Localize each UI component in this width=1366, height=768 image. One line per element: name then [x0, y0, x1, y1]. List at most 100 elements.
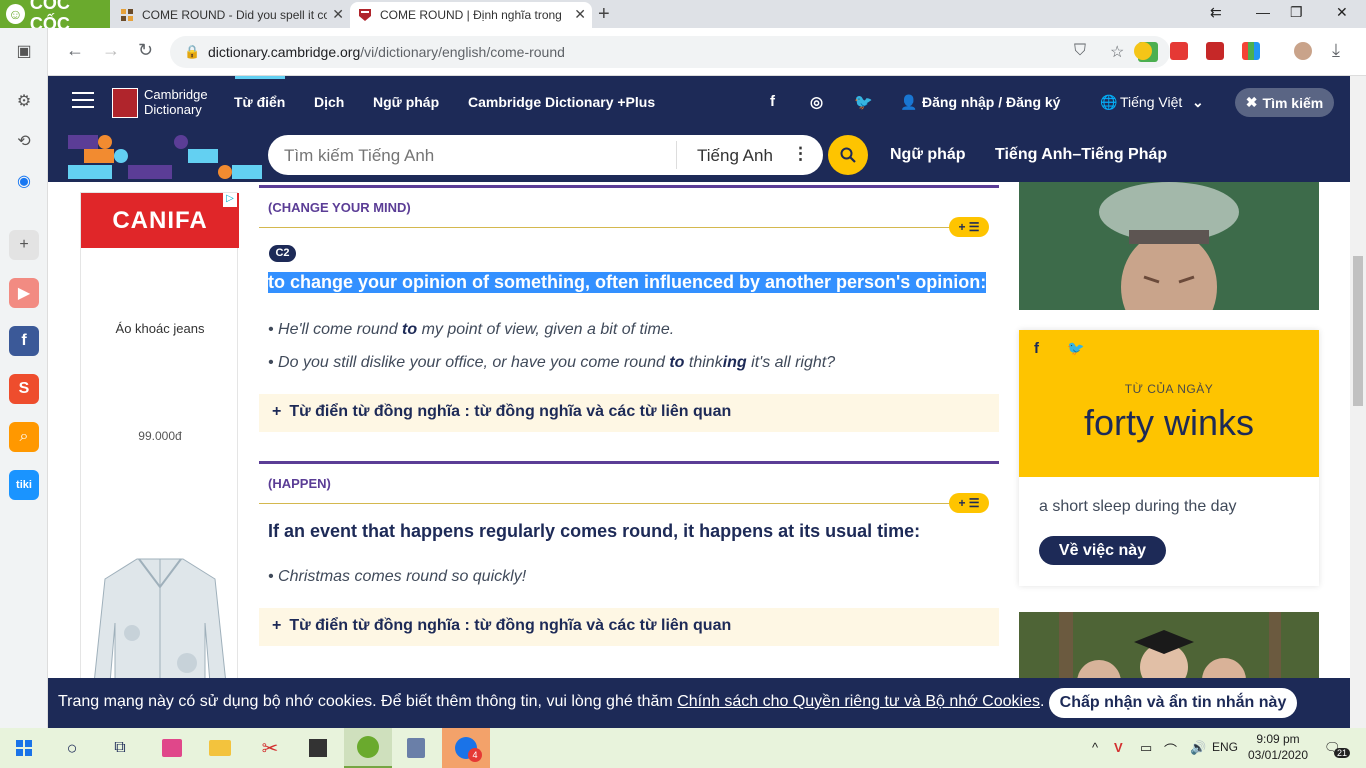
language-select[interactable]: Tiếng Việt: [1120, 94, 1182, 110]
site-header: Cambridge Dictionary Từ điển Dịch Ngữ ph…: [48, 76, 1350, 129]
advertisement[interactable]: CANIFA ▷ Áo khoác jeans 99.000đ: [80, 192, 239, 728]
ad-choices-icon[interactable]: ▷: [223, 193, 237, 207]
twitter-share-icon[interactable]: 🐦: [1067, 340, 1084, 357]
nav-plus[interactable]: Cambridge Dictionary +Plus: [468, 94, 655, 110]
guideword: (CHANGE YOUR MIND): [268, 200, 411, 215]
reload-icon[interactable]: ↻: [138, 40, 153, 61]
sense-divider: [259, 227, 959, 228]
thesaurus-expander[interactable]: + Từ điển từ đồng nghĩa : từ đồng nghĩa v…: [259, 394, 999, 432]
add-to-wordlist-button[interactable]: + ☰: [949, 217, 989, 237]
close-tab-icon[interactable]: ✕: [332, 6, 344, 23]
forward-icon[interactable]: →: [102, 40, 120, 61]
address-bar[interactable]: 🔒 dictionary.cambridge.org/vi/dictionary…: [170, 36, 1170, 68]
new-tab-icon[interactable]: +: [598, 3, 610, 26]
facebook-icon[interactable]: f: [9, 326, 39, 356]
coccoc-logo[interactable]: ☺ CỐC CỐC: [0, 0, 110, 34]
scrollbar-thumb[interactable]: [1353, 256, 1363, 406]
tab-spelling[interactable]: COME ROUND - Did you spell it correctly?…: [112, 2, 350, 28]
close-tab-icon[interactable]: ✕: [574, 6, 586, 23]
history-icon[interactable]: ⟲: [9, 126, 39, 156]
accept-cookies-button[interactable]: Chấp nhận và ẩn tin nhắn này: [1049, 688, 1297, 718]
file-explorer-icon[interactable]: [196, 728, 244, 768]
facebook-icon[interactable]: f: [770, 93, 775, 110]
system-clock[interactable]: 9:09 pm 03/01/2020: [1246, 731, 1310, 763]
wifi-icon[interactable]: ⌒: [1164, 740, 1177, 759]
facebook-share-icon[interactable]: f: [1034, 340, 1039, 357]
tray-expand-icon[interactable]: ^: [1092, 740, 1098, 755]
browser-tab-bar: ☺ CỐC CỐC COME ROUND - Did you spell it c…: [0, 0, 1366, 34]
extension-colors-icon[interactable]: [1242, 42, 1260, 60]
add-to-wordlist-button[interactable]: + ☰: [949, 493, 989, 513]
thesaurus-expander[interactable]: + Từ điển từ đồng nghĩa : từ đồng nghĩa v…: [259, 608, 999, 646]
sticky-notes-icon[interactable]: [294, 728, 342, 768]
profile-avatar[interactable]: [1294, 42, 1312, 60]
back-icon[interactable]: ←: [66, 40, 84, 61]
url-text[interactable]: dictionary.cambridge.org/vi/dictionary/e…: [208, 44, 565, 60]
twitter-icon[interactable]: 🐦: [854, 93, 873, 111]
instagram-icon[interactable]: ◎: [810, 93, 823, 111]
settings-gear-icon[interactable]: ⚙: [9, 86, 39, 116]
close-window-icon[interactable]: ✕: [1336, 4, 1348, 21]
unikey-icon[interactable]: V: [1114, 740, 1123, 755]
notification-count: 21: [1334, 748, 1351, 758]
nav-grammar[interactable]: Ngữ pháp: [373, 94, 439, 110]
taskbar-app-icon[interactable]: [148, 728, 196, 768]
youtube-icon[interactable]: ▶: [9, 278, 39, 308]
snipping-tool-icon[interactable]: ✂: [246, 728, 294, 768]
sidebar-toggle-icon[interactable]: ▣: [9, 36, 39, 66]
grammar-link[interactable]: Ngữ pháp: [890, 146, 966, 164]
globe-icon: 🌐: [1100, 94, 1118, 110]
windows-start-icon[interactable]: [0, 728, 48, 768]
messenger-icon[interactable]: ◉: [9, 166, 39, 196]
extension-chrome-icon[interactable]: [1134, 42, 1152, 60]
search-button[interactable]: [828, 135, 868, 175]
site-logo[interactable]: Cambridge Dictionary: [144, 87, 208, 117]
tiki-icon[interactable]: tiki: [9, 470, 39, 500]
sense-block: (CHANGE YOUR MIND) + ☰ C2 to change your…: [259, 185, 999, 435]
bookmark-star-icon[interactable]: ☆: [1110, 42, 1124, 62]
minimize-icon[interactable]: —: [1256, 4, 1270, 20]
tab-cambridge[interactable]: COME ROUND | Định nghĩa trong Từ điển ti…: [350, 2, 592, 28]
extension-adblock-icon[interactable]: [1170, 42, 1188, 60]
sense-divider: [259, 503, 959, 504]
search-toggle-button[interactable]: ✖ Tìm kiếm: [1235, 88, 1334, 117]
cookie-text: Trang mạng này có sử dụng bộ nhớ cookies…: [58, 693, 1045, 710]
search-input[interactable]: [284, 146, 664, 166]
add-app-icon[interactable]: +: [9, 230, 39, 260]
definition: to change your opinion of something, oft…: [268, 272, 987, 293]
more-options-icon[interactable]: ⋮: [792, 144, 809, 164]
restore-tabs-icon[interactable]: ⇇: [1210, 4, 1222, 21]
cortana-search-icon[interactable]: ○: [48, 728, 96, 768]
example-sentence: • Do you still dislike your office, or h…: [268, 354, 836, 371]
english-french-link[interactable]: Tiếng Anh–Tiếng Pháp: [995, 146, 1167, 164]
coccoc-browser-taskbar-icon[interactable]: [344, 728, 392, 768]
dictionary-select[interactable]: Tiếng Anh: [697, 146, 773, 166]
word-of-the-day-label: TỪ CỦA NGÀY: [1124, 382, 1214, 396]
nav-dictionary[interactable]: Từ điển: [234, 94, 285, 110]
menu-hamburger-icon[interactable]: [72, 92, 94, 110]
about-this-button[interactable]: Về việc này: [1039, 536, 1166, 565]
sense-block: (HAPPEN) + ☰ If an event that happens re…: [259, 461, 999, 651]
language-indicator[interactable]: ENG: [1212, 740, 1238, 754]
word-of-the-day-word[interactable]: forty winks: [1019, 402, 1319, 444]
volume-icon[interactable]: 🔊: [1190, 740, 1206, 756]
zalo-icon[interactable]: 4: [442, 728, 490, 768]
taskbar-app-icon[interactable]: [392, 728, 440, 768]
task-view-icon[interactable]: ⧉: [96, 728, 144, 768]
chevron-down-icon[interactable]: ⌄: [1192, 94, 1204, 111]
shield-icon[interactable]: ⛉: [1074, 42, 1086, 60]
search-app-icon[interactable]: ⌕: [9, 422, 39, 452]
maximize-icon[interactable]: ❐: [1290, 4, 1303, 21]
shopee-icon[interactable]: S: [9, 374, 39, 404]
extension-red-icon[interactable]: [1206, 42, 1224, 60]
plus-icon: +: [272, 403, 282, 420]
promo-image[interactable]: [1019, 182, 1319, 310]
nav-translate[interactable]: Dịch: [314, 94, 344, 110]
battery-icon[interactable]: ▭: [1140, 740, 1152, 756]
login-link[interactable]: Đăng nhập / Đăng ký: [922, 94, 1060, 110]
page-scrollbar[interactable]: [1350, 76, 1366, 728]
download-icon[interactable]: ⤓: [1332, 40, 1340, 61]
privacy-policy-link[interactable]: Chính sách cho Quyền riêng tư và Bộ nhớ …: [677, 693, 1040, 710]
ad-brand-logo: CANIFA: [81, 193, 239, 248]
cambridge-shield-icon[interactable]: [112, 88, 138, 118]
